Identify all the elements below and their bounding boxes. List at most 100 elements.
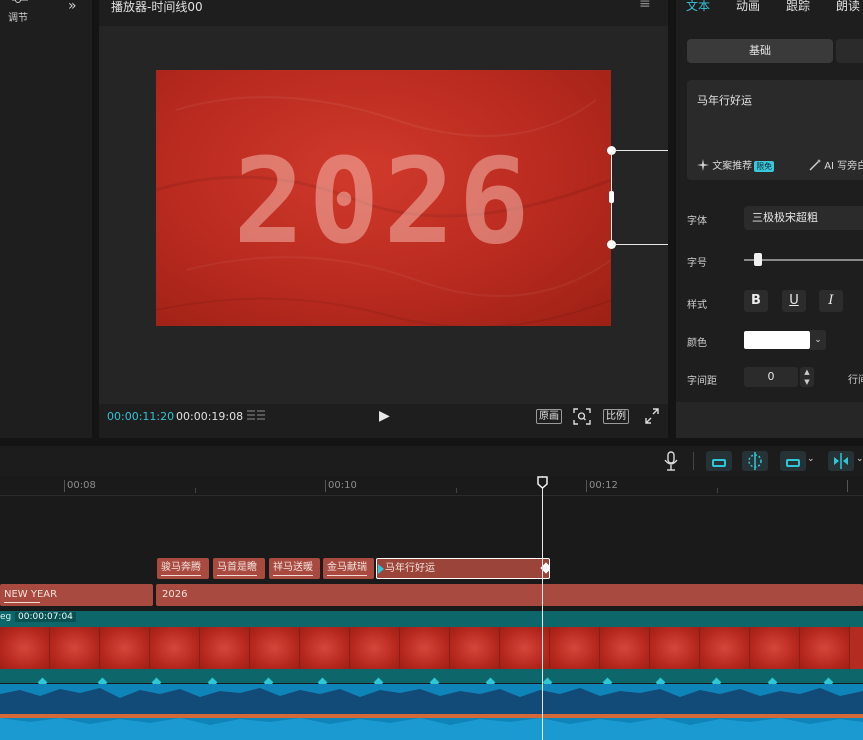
text-clip[interactable]: 马首是瞻 xyxy=(213,558,265,579)
preview-axis-icon xyxy=(786,459,800,467)
thumbnail-frame xyxy=(250,627,300,669)
ai-narration-button[interactable]: AI 写旁白 xyxy=(809,157,863,172)
font-label: 字体 xyxy=(687,216,707,227)
track-clip-label: NEW YEAR xyxy=(4,589,58,600)
menu-icon[interactable]: ≡ xyxy=(639,0,651,12)
subtab-other[interactable] xyxy=(836,39,863,63)
ai-narration-label: AI 写旁白 xyxy=(824,161,863,172)
tab-animation[interactable]: 动画 xyxy=(736,0,760,14)
ruler-tick xyxy=(325,480,326,492)
inspector-panel: 文本 动画 跟踪 朗读 基础 马年行好运 文案推荐 限免 AI 写旁白 字体 三极… xyxy=(676,0,863,438)
font-size-slider-knob[interactable] xyxy=(754,253,763,266)
thumbnail-frame xyxy=(550,627,600,669)
free-badge: 限免 xyxy=(754,161,775,172)
bold-button[interactable]: B xyxy=(744,290,768,312)
tab-tracking[interactable]: 跟踪 xyxy=(786,0,810,14)
clip-arrow xyxy=(327,575,367,576)
underline-button[interactable]: U xyxy=(782,290,806,312)
adjust-icon[interactable] xyxy=(10,0,30,7)
selection-edge-top xyxy=(613,150,668,151)
expand-icon[interactable] xyxy=(645,408,659,424)
play-icon[interactable]: ▶ xyxy=(379,408,390,424)
thumbnail-frame xyxy=(400,627,450,669)
timecode-format-icon[interactable] xyxy=(247,409,265,422)
thumbnail-frame xyxy=(50,627,100,669)
letter-spacing-label: 字间距 xyxy=(687,376,717,387)
video-clip-duration: 00:00:07:04 xyxy=(15,612,76,622)
snap-button[interactable] xyxy=(828,451,854,471)
video-big-text: 2026 xyxy=(233,132,534,270)
style-label: 样式 xyxy=(687,300,707,311)
audio-waveform xyxy=(0,688,863,740)
expand-panel-icon[interactable]: » xyxy=(68,0,77,14)
editor-window: 调节 » 播放器-时间线00 ≡ 2026 00:00:11:20 00:00:… xyxy=(0,0,863,740)
preview-axis-dropdown-icon[interactable]: ⌄ xyxy=(807,454,815,464)
original-quality-button[interactable]: 原画 xyxy=(536,409,562,424)
sparkle-icon xyxy=(697,159,709,171)
video-clip-header[interactable]: eg 00:00:07:04 xyxy=(0,611,863,627)
text-clip-label: 金马献瑞 xyxy=(327,562,367,573)
text-track-clip[interactable]: NEW YEAR xyxy=(0,584,153,606)
fullscreen-zoom-icon[interactable] xyxy=(573,408,591,425)
time-ruler[interactable]: 00:08 00:10 00:12 xyxy=(0,476,863,496)
microphone-icon[interactable] xyxy=(664,451,678,471)
text-clip[interactable]: 金马献瑞 xyxy=(323,558,374,579)
playhead-line[interactable] xyxy=(542,476,543,740)
letter-spacing-input[interactable]: 0 xyxy=(744,367,798,387)
text-color-swatch[interactable] xyxy=(744,331,810,349)
resize-handle-middle[interactable] xyxy=(609,191,614,203)
color-dropdown-icon[interactable]: ⌄ xyxy=(810,330,826,350)
preview-axis-button[interactable] xyxy=(780,451,806,471)
ruler-tick xyxy=(456,488,457,493)
ratio-button[interactable]: 比例 xyxy=(603,409,629,424)
split-icon xyxy=(748,452,762,470)
thumbnail-frame xyxy=(0,627,50,669)
text-clip[interactable]: 祥马送暖 xyxy=(269,558,320,579)
ruler-label-0008: 00:08 xyxy=(67,480,96,491)
thumbnail-frame xyxy=(650,627,700,669)
font-select[interactable]: 三极极宋超粗 xyxy=(744,206,863,230)
thumbnail-frame xyxy=(150,627,200,669)
italic-button[interactable]: I xyxy=(819,290,843,312)
video-preview[interactable]: 2026 xyxy=(156,70,611,326)
text-content-field[interactable]: 马年行好运 文案推荐 限免 AI 写旁白 xyxy=(687,80,863,180)
tab-read-aloud[interactable]: 朗读 xyxy=(836,0,860,14)
left-panel: 调节 » xyxy=(0,0,92,438)
player-title: 播放器-时间线00 xyxy=(111,0,203,14)
thumbnail-frame xyxy=(450,627,500,669)
thumbnail-frame xyxy=(100,627,150,669)
timeline[interactable]: 00:08 00:10 00:12 骏马奔腾 马首是瞻 祥马送暖 金马献瑞 马年… xyxy=(0,476,863,740)
text-clip-label: 祥马送暖 xyxy=(273,562,313,573)
video-clip-name: eg xyxy=(0,612,12,622)
timecode-current: 00:00:11:20 xyxy=(107,410,175,423)
text-clip-label: 马年行好运 xyxy=(385,563,435,574)
playhead-handle-icon[interactable] xyxy=(537,476,548,489)
snap-dropdown-icon[interactable]: ⌄ xyxy=(856,454,863,464)
line-spacing-label: 行间距 xyxy=(848,375,863,386)
tab-text[interactable]: 文本 xyxy=(686,0,710,14)
font-size-label: 字号 xyxy=(687,258,707,269)
text-clip-selected[interactable]: 马年行好运 xyxy=(376,558,550,579)
copy-recommend-button[interactable]: 文案推荐 限免 xyxy=(697,157,775,172)
adjust-label[interactable]: 调节 xyxy=(8,9,28,24)
thumbnail-frame xyxy=(750,627,800,669)
ruler-tick xyxy=(64,480,65,492)
ruler-label-0010: 00:10 xyxy=(328,480,357,491)
thumbnail-frame xyxy=(350,627,400,669)
text-clip[interactable]: 骏马奔腾 xyxy=(157,558,209,579)
clip-arrow xyxy=(161,575,201,576)
clip-arrow xyxy=(4,602,40,603)
audio-track[interactable] xyxy=(0,684,863,740)
link-clips-button[interactable] xyxy=(706,451,732,471)
color-label: 颜色 xyxy=(687,338,707,349)
ruler-tick xyxy=(717,488,718,493)
text-track-clip[interactable]: 2026 xyxy=(156,584,863,606)
letter-spacing-stepper[interactable]: ▲ ▼ xyxy=(800,367,814,387)
video-track[interactable] xyxy=(0,627,863,669)
subtab-basic[interactable]: 基础 xyxy=(687,39,833,63)
timecode-total: 00:00:19:08 xyxy=(176,410,244,423)
magic-wand-icon xyxy=(809,159,821,171)
clip-arrow xyxy=(217,575,257,576)
split-button[interactable] xyxy=(742,451,768,471)
timeline-toolbar: ⌄ ⌄ xyxy=(0,446,863,476)
